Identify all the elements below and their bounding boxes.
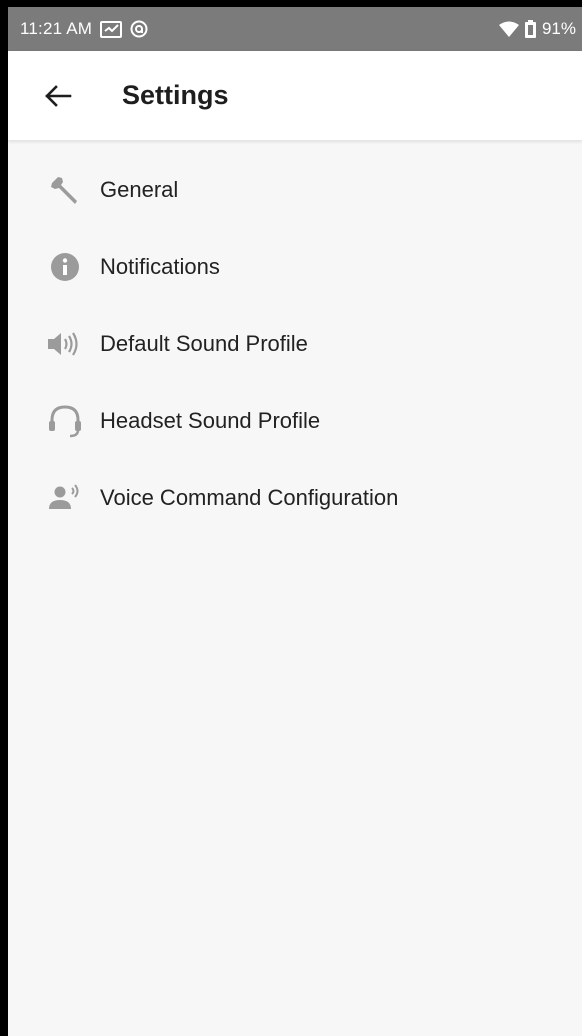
sync-icon xyxy=(130,20,148,38)
settings-item-label: Voice Command Configuration xyxy=(100,484,399,510)
settings-item-headset-sound-profile[interactable]: Headset Sound Profile xyxy=(8,382,582,459)
battery-percent: 91% xyxy=(541,19,576,38)
app-bar: Settings xyxy=(8,51,582,141)
page-title: Settings xyxy=(122,80,229,110)
speaker-icon xyxy=(46,325,84,363)
settings-list: General Notifications Default Sound Prof… xyxy=(8,141,582,536)
settings-item-notifications[interactable]: Notifications xyxy=(8,228,582,305)
status-left: 11:21 AM xyxy=(20,19,148,39)
device-screen: 11:21 AM 91% Settings General Notificati… xyxy=(0,0,582,1036)
back-button[interactable] xyxy=(38,76,78,116)
settings-item-general[interactable]: General xyxy=(8,151,582,228)
headset-icon xyxy=(46,402,84,440)
settings-item-label: Headset Sound Profile xyxy=(100,407,321,433)
wifi-icon xyxy=(498,21,519,37)
arrow-back-icon xyxy=(45,84,72,107)
wrench-icon xyxy=(46,171,84,209)
status-bar: 11:21 AM 91% xyxy=(8,7,582,51)
status-right: 91% xyxy=(498,19,576,39)
settings-item-label: General xyxy=(100,176,179,202)
settings-item-default-sound-profile[interactable]: Default Sound Profile xyxy=(8,305,582,382)
message-icon xyxy=(100,20,123,38)
info-icon xyxy=(46,248,84,286)
battery-icon xyxy=(524,20,536,38)
status-time: 11:21 AM xyxy=(20,19,93,38)
settings-item-label: Default Sound Profile xyxy=(100,330,308,356)
voice-command-icon xyxy=(46,479,84,517)
settings-item-label: Notifications xyxy=(100,253,220,279)
settings-item-voice-command-configuration[interactable]: Voice Command Configuration xyxy=(8,459,582,536)
